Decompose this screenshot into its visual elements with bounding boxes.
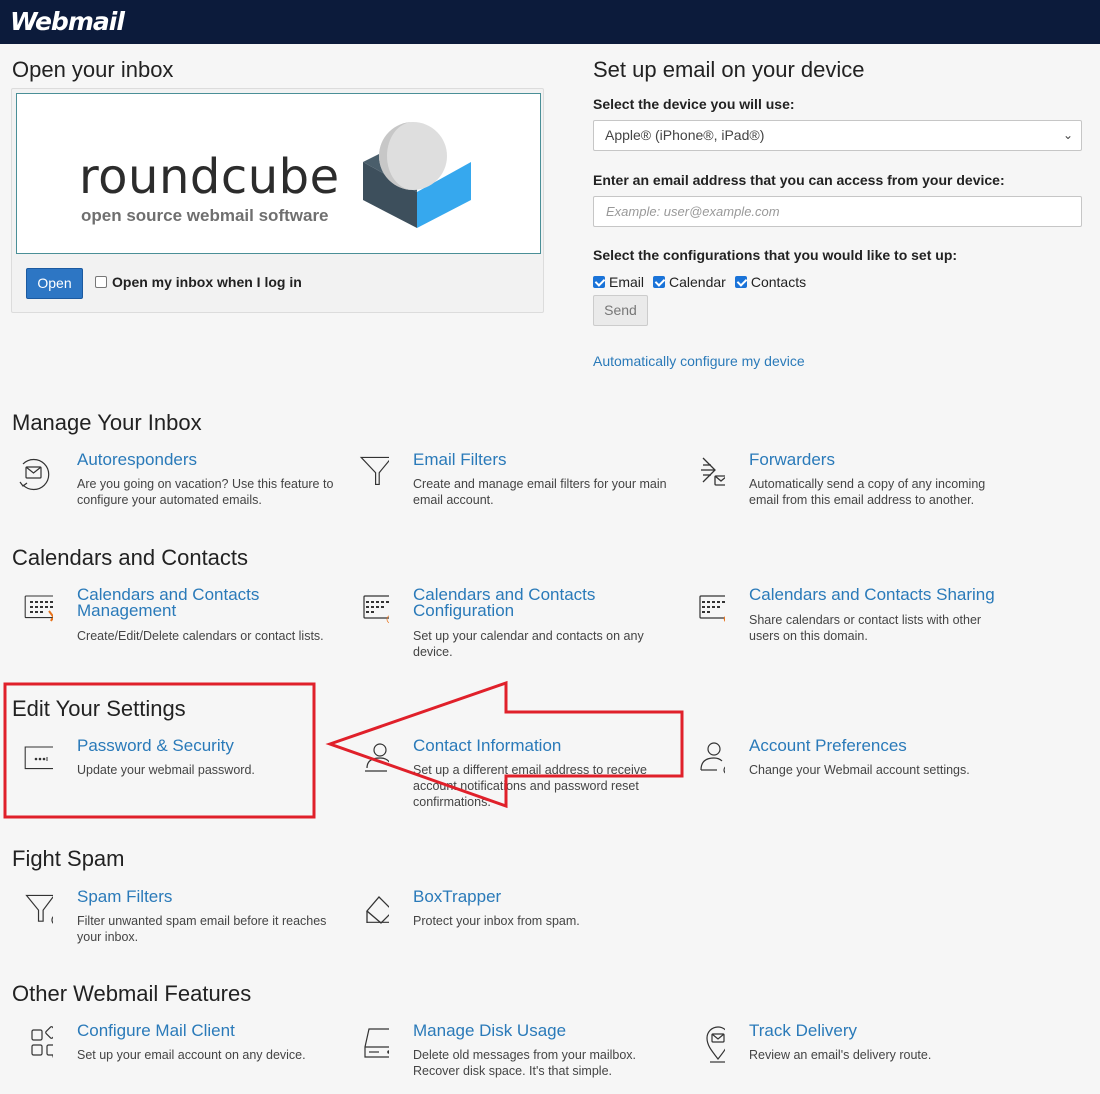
manage-heading: Manage Your Inbox — [12, 410, 202, 435]
email-field-label: Enter an email address that you can acce… — [593, 172, 1005, 188]
roundcube-logo[interactable]: roundcube open source webmail software — [16, 93, 541, 254]
feature-title[interactable]: Email Filters — [413, 451, 673, 468]
config-options: Email Calendar Contacts — [593, 274, 806, 290]
feature-title[interactable]: Spam Filters — [77, 888, 337, 905]
feature-desc: Set up your calendar and contacts on any… — [413, 629, 644, 659]
device-select-label: Select the device you will use: — [593, 96, 795, 112]
forward-icon — [701, 457, 725, 486]
feature-desc: Delete old messages from your mailbox. R… — [413, 1048, 637, 1078]
open-inbox-button[interactable]: Open — [26, 268, 83, 299]
device-select-value: Apple® (iPhone®, iPad®) — [605, 127, 765, 143]
feature-desc: Filter unwanted spam email before it rea… — [77, 914, 327, 944]
feature-title[interactable]: Calendars and Contacts Management — [77, 586, 337, 619]
config-label: Select the configurations that you would… — [593, 247, 958, 263]
autoresponder-icon — [19, 458, 50, 491]
calendar-checkbox[interactable]: Calendar — [653, 274, 726, 290]
feature-desc: Automatically send a copy of any incomin… — [749, 477, 986, 507]
feature-desc: Are you going on vacation? Use this feat… — [77, 477, 334, 507]
email-checkbox-box[interactable] — [593, 276, 605, 288]
password-icon — [24, 746, 53, 770]
email-checkbox-label: Email — [609, 274, 645, 290]
feature-desc: Share calendars or contact lists with ot… — [749, 613, 982, 643]
contacts-checkbox[interactable]: Contacts — [734, 274, 807, 290]
feature-title[interactable]: BoxTrapper — [413, 888, 673, 905]
inbox-panel: roundcube open source webmail software O… — [11, 88, 544, 313]
spam-filter-icon — [25, 894, 53, 924]
auto-configure-link[interactable]: Automatically configure my device — [593, 353, 805, 369]
auto-open-checkbox-box[interactable] — [95, 276, 107, 288]
contacts-checkbox-box[interactable] — [734, 276, 747, 288]
feature-desc: Update your webmail password. — [77, 763, 255, 777]
inbox-heading: Open your inbox — [12, 57, 174, 82]
feature-title[interactable]: Calendars and Contacts Configuration — [413, 586, 673, 619]
feature-desc: Set up a different email address to rece… — [413, 763, 647, 809]
other-heading: Other Webmail Features — [12, 981, 252, 1006]
feature-title[interactable]: Password & Security — [77, 737, 337, 754]
feature-desc: Set up your email account on any device. — [77, 1048, 306, 1062]
account-prefs-icon — [700, 742, 725, 774]
calendar-checkbox-box[interactable] — [653, 276, 666, 288]
mail-client-icon — [31, 1026, 53, 1058]
top-bar: Webmail — [0, 0, 1100, 44]
calendar-config-icon: @ — [363, 595, 389, 625]
filter-icon — [359, 456, 389, 485]
feature-desc: Create/Edit/Delete calendars or contact … — [77, 629, 324, 643]
svg-text:@: @ — [386, 614, 389, 625]
email-checkbox[interactable]: Email — [593, 274, 644, 290]
feature-title[interactable]: Track Delivery — [749, 1022, 1009, 1039]
feature-title[interactable]: Forwarders — [749, 451, 1009, 468]
feature-title[interactable]: Manage Disk Usage — [413, 1022, 673, 1039]
webmail-logo[interactable]: Webmail — [10, 7, 125, 36]
feature-title[interactable]: Contact Information — [413, 737, 673, 754]
feature-desc: Review an email's delivery route. — [749, 1048, 932, 1062]
contact-icon — [365, 743, 389, 772]
chevron-down-icon: ⌄ — [1062, 128, 1073, 142]
feature-title[interactable]: Configure Mail Client — [77, 1022, 337, 1039]
auto-open-label: Open my inbox when I log in — [112, 274, 302, 290]
track-icon — [706, 1026, 725, 1063]
disk-icon — [364, 1028, 389, 1058]
email-field[interactable] — [593, 196, 1082, 227]
contacts-checkbox-label: Contacts — [750, 274, 807, 290]
feature-title[interactable]: Autoresponders — [77, 451, 337, 468]
feature-desc: Change your Webmail account settings. — [749, 763, 970, 777]
calendar-checkbox-label: Calendar — [669, 274, 726, 290]
calendars-heading: Calendars and Contacts — [12, 545, 249, 570]
calendar-share-icon — [699, 595, 725, 623]
feature-title[interactable]: Calendars and Contacts Sharing — [749, 586, 1009, 603]
calendar-manage-icon — [24, 595, 53, 622]
feature-desc: Protect your inbox from spam. — [413, 914, 580, 928]
roundcube-tagline: open source webmail software — [81, 206, 329, 225]
roundcube-cube-icon — [363, 122, 471, 228]
roundcube-wordmark: roundcube — [79, 149, 340, 205]
device-select[interactable]: Apple® (iPhone®, iPad®) ⌄ — [593, 120, 1082, 151]
boxtrapper-icon — [366, 896, 389, 924]
feature-desc: Create and manage email filters for your… — [413, 477, 667, 507]
spam-heading: Fight Spam — [12, 846, 125, 871]
feature-title[interactable]: Account Preferences — [749, 737, 1009, 754]
send-button[interactable]: Send — [593, 295, 648, 326]
auto-open-checkbox[interactable]: Open my inbox when I log in — [95, 274, 302, 290]
device-heading: Set up email on your device — [593, 57, 865, 82]
settings-heading: Edit Your Settings — [12, 696, 186, 721]
